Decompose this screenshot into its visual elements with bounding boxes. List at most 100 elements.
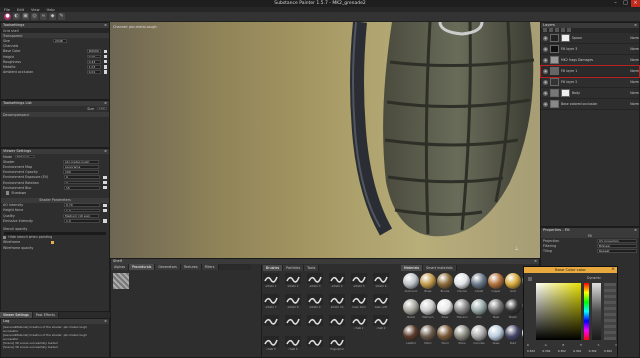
- height-force-field[interactable]: 1.0: [64, 208, 100, 213]
- add-layer-icon[interactable]: [543, 28, 547, 32]
- material-ball[interactable]: [471, 273, 487, 289]
- close-icon[interactable]: ×: [104, 319, 107, 324]
- material-ball[interactable]: [454, 299, 470, 315]
- menu-edit[interactable]: Edit: [17, 8, 24, 12]
- material-ball[interactable]: [505, 299, 521, 315]
- menu-view[interactable]: View: [31, 8, 40, 12]
- emissive-row[interactable]: Emissive Intensity 1.0: [1, 218, 109, 223]
- material-ball[interactable]: [420, 273, 436, 289]
- layer-item[interactable]: ◉ MK2 frags Damages Norm: [541, 55, 639, 66]
- eye-icon[interactable]: ◉: [543, 68, 548, 74]
- brush-thumbnail[interactable]: [373, 294, 389, 305]
- tab-materials[interactable]: Materials: [401, 265, 424, 271]
- envrotation-field[interactable]: 0: [64, 180, 100, 185]
- wireframe-opacity-row[interactable]: Wireframe opacity: [1, 245, 109, 250]
- brush-thumbnail[interactable]: [285, 315, 301, 326]
- v-field[interactable]: 0.302: [604, 349, 617, 353]
- wireframe-checkbox[interactable]: [51, 240, 55, 245]
- brush-thumbnail[interactable]: [307, 315, 323, 326]
- saturation-value-square[interactable]: [536, 283, 581, 340]
- brush-thumbnail[interactable]: [329, 294, 345, 305]
- ao-intensity-edit-icon[interactable]: [103, 203, 107, 207]
- procedural-thumbnail[interactable]: [113, 273, 129, 289]
- brush-thumbnail[interactable]: [307, 273, 323, 284]
- minimize-button[interactable]: –: [611, 0, 620, 7]
- close-icon[interactable]: ×: [634, 23, 637, 28]
- layer-item[interactable]: ◉ Fill layer 3 Norm: [541, 44, 639, 55]
- brush-icon[interactable]: ●: [4, 13, 11, 20]
- r-field[interactable]: 0.302: [527, 349, 540, 353]
- material-ball[interactable]: [437, 299, 453, 315]
- b-field[interactable]: 0.302: [558, 349, 571, 353]
- maximize-button[interactable]: □: [621, 0, 630, 7]
- brush-thumbnail[interactable]: [351, 315, 367, 326]
- stencil-opacity-row[interactable]: Stencil opacity: [1, 226, 109, 231]
- roughness-field[interactable]: 0.43: [86, 59, 101, 64]
- material-ball[interactable]: [488, 273, 504, 289]
- material-ball[interactable]: [403, 299, 419, 315]
- eye-icon[interactable]: ◉: [543, 46, 548, 52]
- layer-blend[interactable]: Norm: [630, 102, 639, 106]
- smudge-icon[interactable]: ≈: [40, 13, 47, 20]
- height-field[interactable]: 0.00: [86, 54, 101, 59]
- layer-item[interactable]: ◉ Fill layer 2 Norm: [541, 77, 639, 88]
- close-icon[interactable]: ×: [611, 267, 615, 273]
- brush-thumbnail[interactable]: [351, 294, 367, 305]
- brush-thumbnail[interactable]: [329, 315, 345, 326]
- color-picker-titlebar[interactable]: Base Color color ×: [524, 267, 617, 273]
- layer-blend[interactable]: Norm: [630, 58, 639, 62]
- hue-slider[interactable]: [584, 283, 589, 340]
- height-force-edit-icon[interactable]: [103, 208, 107, 213]
- tab-alphas[interactable]: Alphas: [111, 264, 130, 270]
- material-ball[interactable]: [488, 299, 504, 315]
- envblur-field[interactable]: 15: [64, 185, 100, 190]
- material-ball[interactable]: [505, 325, 521, 341]
- tab-generators[interactable]: Generators: [155, 264, 181, 270]
- mode-select[interactable]: Material: [14, 154, 35, 159]
- material-ball[interactable]: [403, 325, 419, 341]
- emissive-edit-icon[interactable]: [103, 219, 107, 223]
- envexposure-edit-icon[interactable]: [103, 175, 107, 180]
- picker-eyedropper-icon[interactable]: [528, 277, 532, 281]
- ao-intensity-field[interactable]: 0.70: [64, 203, 100, 208]
- brush-thumbnail[interactable]: [329, 273, 345, 284]
- s-field[interactable]: 0.302: [589, 349, 602, 353]
- brush-thumbnail[interactable]: [373, 315, 389, 326]
- brush-thumbnail[interactable]: [285, 336, 301, 347]
- basecolor-field[interactable]: #0000: [86, 49, 101, 54]
- tab-procedurals[interactable]: Procedurals: [129, 264, 156, 270]
- emissive-field[interactable]: 1.0: [64, 218, 100, 223]
- material-ball[interactable]: [454, 325, 470, 341]
- add-mask-icon[interactable]: [555, 28, 559, 32]
- list-size-row[interactable]: Size 100: [1, 106, 109, 111]
- material-ball[interactable]: [488, 325, 504, 341]
- layer-blend[interactable]: Norm: [630, 47, 639, 51]
- envmap-select[interactable]: panorama: [63, 165, 99, 169]
- ao-check[interactable]: [103, 70, 107, 74]
- material-ball[interactable]: [471, 325, 487, 341]
- projection-icon[interactable]: ▣: [22, 13, 29, 20]
- tiling-select[interactable]: Repeat: [597, 249, 637, 254]
- filtering-select[interactable]: Bilinear: [597, 244, 637, 248]
- brush-thumbnail[interactable]: [329, 336, 345, 347]
- brush-thumbnail[interactable]: [307, 336, 323, 347]
- close-button[interactable]: ×: [631, 0, 640, 7]
- material-ball[interactable]: [505, 273, 521, 289]
- eye-icon[interactable]: ◉: [543, 79, 548, 85]
- tab-filters[interactable]: Filters: [201, 264, 219, 270]
- delete-layer-icon[interactable]: [567, 28, 571, 32]
- add-fill-icon[interactable]: [549, 28, 553, 32]
- eye-icon[interactable]: ◉: [543, 57, 548, 63]
- material-ball[interactable]: [454, 273, 470, 289]
- layer-blend[interactable]: Norm: [630, 69, 639, 73]
- shader-select[interactable]: pbr-metal-rough: [63, 159, 99, 164]
- 3d-viewport[interactable]: Channel: pbr-metal-rough ⟂: [110, 22, 540, 258]
- layer-item[interactable]: ◉ Body Norm: [541, 88, 639, 99]
- shadows-checkbox[interactable]: [6, 191, 10, 195]
- ao-row[interactable]: Ambient occlusion 0.01: [1, 70, 109, 75]
- brush-thumbnail[interactable]: [263, 273, 279, 284]
- envopacity-field[interactable]: 100: [63, 170, 99, 175]
- eye-icon[interactable]: ◉: [543, 35, 548, 41]
- material-ball[interactable]: [437, 325, 453, 341]
- brush-thumbnail[interactable]: [285, 273, 301, 284]
